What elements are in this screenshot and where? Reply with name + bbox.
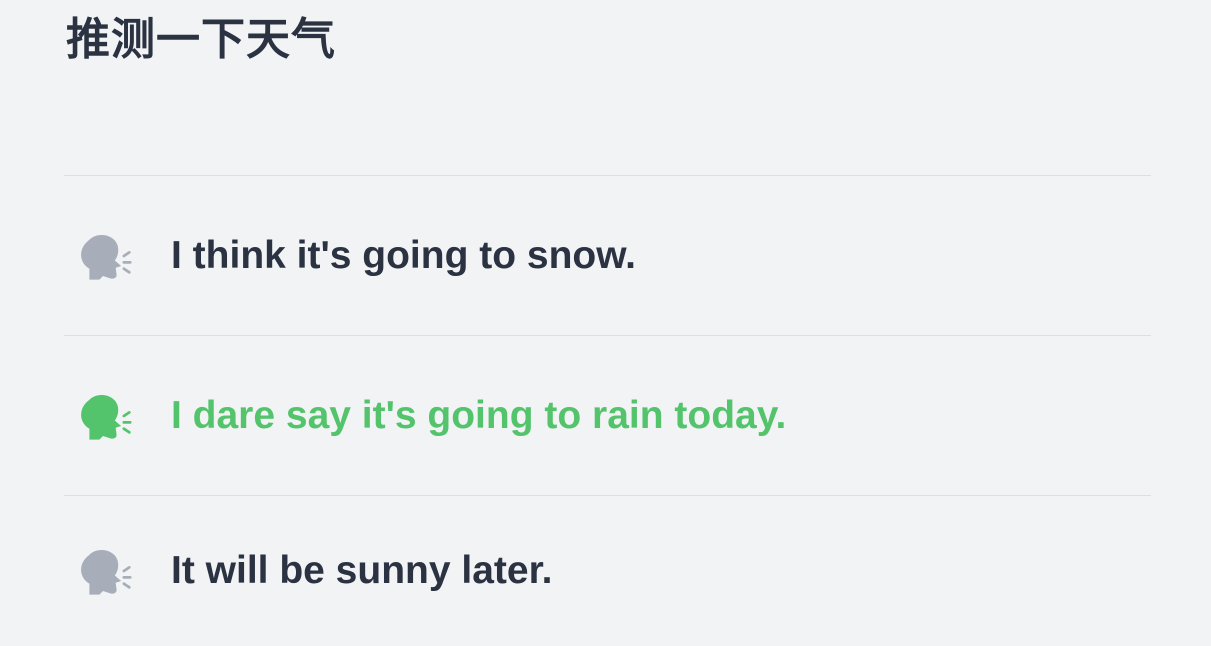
- speaking-head-icon[interactable]: [74, 542, 132, 600]
- phrase-text: I think it's going to snow.: [171, 233, 636, 277]
- phrase-text: I dare say it's going to rain today.: [171, 393, 787, 437]
- speaking-head-icon[interactable]: [74, 227, 132, 285]
- phrase-list: I think it's going to snow. I dare say i…: [64, 175, 1151, 646]
- page-title: 推测一下天气: [66, 14, 336, 65]
- phrase-item[interactable]: It will be sunny later.: [64, 496, 1151, 646]
- phrase-item[interactable]: I dare say it's going to rain today.: [64, 336, 1151, 495]
- phrase-item[interactable]: I think it's going to snow.: [64, 176, 1151, 335]
- speaking-head-icon[interactable]: [74, 387, 132, 445]
- phrase-text: It will be sunny later.: [171, 549, 553, 592]
